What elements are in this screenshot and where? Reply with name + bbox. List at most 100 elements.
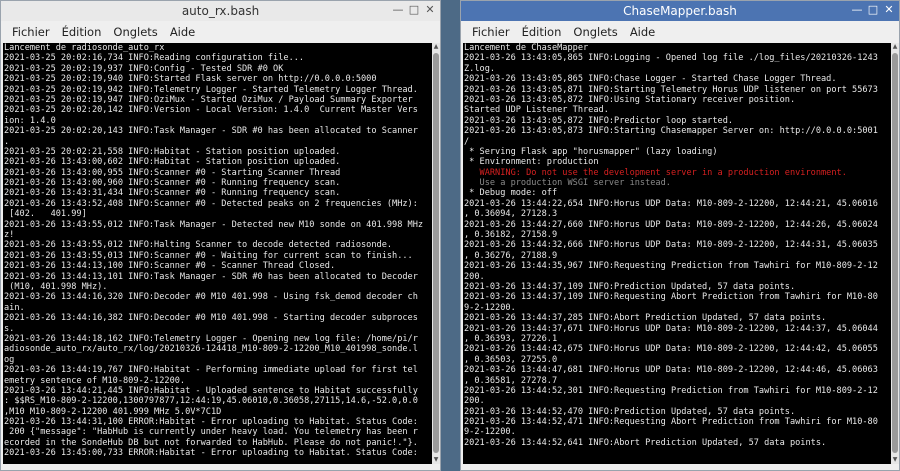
- terminal-line: ,M10 M10-809-2-12200 401.999 MHz 5.0V*7C…: [4, 406, 222, 417]
- terminal-line: 2021-03-26 13:43:05,873 INFO:Starting Ch…: [464, 126, 878, 137]
- terminal-output[interactable]: Lancement de radiosonde_auto_rx 2021-03-2…: [3, 43, 432, 464]
- terminal-line: 2021-03-26 13:43:00,960 INFO:Scanner #0 …: [4, 178, 341, 189]
- menu-file[interactable]: Fichier: [466, 25, 516, 39]
- terminal-line: , 0.36182, 27158.9: [464, 230, 558, 241]
- desktop-background: [441, 0, 460, 471]
- terminal-line: 2021-03-26 13:44:31,100 ERROR:Habitat - …: [4, 417, 418, 428]
- terminal-line: 2021-03-25 20:02:19,940 INFO:Started Fla…: [4, 74, 377, 85]
- terminal-line: , 0.36581, 27278.7: [464, 375, 558, 386]
- terminal-line: og: [4, 354, 15, 365]
- terminal-line: * Debug mode: off: [464, 188, 558, 199]
- scroll-down-arrow-icon[interactable]: ▼: [432, 456, 440, 464]
- terminal-line: 2021-03-25 20:02:16,734 INFO:Reading con…: [4, 53, 305, 64]
- terminal-line: : $$RS_M10-809-2-12200,1300797877,12:44:…: [4, 396, 418, 407]
- terminal-line: 2021-03-26 13:43:00,955 INFO:Scanner #0 …: [4, 167, 341, 178]
- terminal-line: 2021-03-26 13:44:21,445 INFO:Habitat - U…: [4, 385, 418, 396]
- terminal-line: 2021-03-26 13:43:05,872 INFO:Predictor l…: [464, 115, 734, 126]
- minimize-icon[interactable]: —: [391, 3, 405, 17]
- menu-bar: Fichier Édition Onglets Aide: [1, 21, 440, 43]
- terminal-line: 2021-03-25 20:02:21,558 INFO:Habitat - S…: [4, 146, 341, 157]
- terminal-line: 9-2-12200.: [464, 302, 516, 313]
- terminal-line: 2021-03-26 13:43:00,602 INFO:Habitat - S…: [4, 157, 341, 168]
- terminal-line: 2021-03-26 13:44:52,641 INFO:Abort Predi…: [464, 437, 827, 448]
- vertical-scrollbar[interactable]: ▲ ▼: [432, 43, 440, 464]
- terminal-window-auto-rx[interactable]: auto_rx.bash — □ ✕ Fichier Édition Ongle…: [0, 0, 441, 471]
- terminal-line: 200.: [464, 271, 485, 282]
- terminal-window-chasemapper[interactable]: ChaseMapper.bash — □ ✕ Fichier Édition O…: [460, 0, 900, 471]
- terminal-line: 2021-03-26 13:43:05,865 INFO:Chase Logge…: [464, 74, 837, 85]
- window-controls: — □ ✕: [850, 3, 896, 17]
- terminal-line: 2021-03-26 13:44:52,471 INFO:Requesting …: [464, 417, 878, 428]
- terminal-line: 2021-03-26 13:43:55,012 INFO:Halting Sca…: [4, 240, 393, 251]
- scrollbar-thumb[interactable]: [433, 53, 439, 453]
- scroll-up-arrow-icon[interactable]: ▲: [432, 43, 440, 51]
- terminal-line: ion: 1.4.0: [4, 115, 56, 126]
- window-title: ChaseMapper.bash: [623, 4, 737, 18]
- terminal-line: 2021-03-26 13:44:16,320 INFO:Decoder #0 …: [4, 292, 418, 303]
- terminal-line: 2021-03-26 13:44:19,767 INFO:Habitat - P…: [4, 365, 418, 376]
- menu-help[interactable]: Aide: [164, 25, 201, 39]
- close-icon[interactable]: ✕: [423, 3, 437, 17]
- menu-bar: Fichier Édition Onglets Aide: [461, 21, 899, 43]
- terminal-output[interactable]: Lancement de ChaseMapper 2021-03-26 13:43…: [463, 43, 891, 464]
- terminal-line: [402. 401.99]: [4, 209, 87, 220]
- terminal-line: ain.: [4, 302, 25, 313]
- terminal-line: s.: [4, 323, 15, 334]
- terminal-line: , 0.36503, 27255.0: [464, 354, 558, 365]
- terminal-line: 200 {"message": "HabHub is currently und…: [4, 427, 418, 438]
- terminal-line: * Environment: production: [464, 157, 599, 168]
- menu-file[interactable]: Fichier: [6, 25, 56, 39]
- terminal-line: , 0.36094, 27128.3: [464, 209, 558, 220]
- window-titlebar[interactable]: auto_rx.bash — □ ✕: [1, 1, 440, 21]
- menu-tabs[interactable]: Onglets: [567, 25, 623, 39]
- maximize-icon[interactable]: □: [407, 3, 421, 17]
- terminal-line: 2021-03-25 20:02:19,942 INFO:Telemetry L…: [4, 84, 418, 95]
- window-titlebar[interactable]: ChaseMapper.bash — □ ✕: [461, 1, 899, 21]
- scroll-down-arrow-icon[interactable]: ▼: [891, 456, 899, 464]
- minimize-icon[interactable]: —: [850, 3, 864, 17]
- terminal-line: 2021-03-26 13:44:16,382 INFO:Decoder #0 …: [4, 313, 418, 324]
- terminal-line: 2021-03-26 13:43:55,012 INFO:Task Manage…: [4, 219, 424, 230]
- terminal-line: Lancement de ChaseMapper: [464, 43, 589, 53]
- terminal-line: 9-2-12200.: [464, 427, 516, 438]
- terminal-line: 2021-03-26 13:44:18,162 INFO:Telemetry L…: [4, 333, 418, 344]
- terminal-line: 2021-03-26 13:44:47,681 INFO:Horus UDP D…: [464, 365, 878, 376]
- maximize-icon[interactable]: □: [866, 3, 880, 17]
- terminal-line: , 0.36393, 27226.1: [464, 333, 558, 344]
- menu-tabs[interactable]: Onglets: [107, 25, 163, 39]
- terminal-line: Use a production WSGI server instead.: [464, 178, 671, 189]
- terminal-line: 2021-03-26 13:44:42,675 INFO:Horus UDP D…: [464, 344, 878, 355]
- terminal-line: WARNING: Do not use the development serv…: [464, 167, 847, 178]
- terminal-line: 2021-03-25 20:02:20,143 INFO:Task Manage…: [4, 126, 418, 137]
- terminal-line: 2021-03-26 13:44:37,109 INFO:Prediction …: [464, 281, 796, 292]
- terminal-line: Lancement de radiosonde_auto_rx: [4, 43, 165, 53]
- terminal-line: 2021-03-26 13:44:22,654 INFO:Horus UDP D…: [464, 198, 878, 209]
- terminal-line: 2021-03-26 13:44:13,100 INFO:Scanner #0 …: [4, 261, 336, 272]
- terminal-line: 2021-03-26 13:43:05,872 INFO:Using Stati…: [464, 94, 796, 105]
- menu-edit[interactable]: Édition: [516, 25, 568, 39]
- terminal-line: (M10, 401.998 MHz).: [4, 281, 108, 292]
- window-title: auto_rx.bash: [181, 4, 260, 18]
- terminal-line: 2021-03-25 20:02:19,937 INFO:Config - Te…: [4, 63, 284, 74]
- terminal-line: adiosonde_auto_rx/auto_rx/log/20210326-1…: [4, 344, 418, 355]
- terminal-line: 2021-03-26 13:44:52,470 INFO:Prediction …: [464, 406, 796, 417]
- scroll-up-arrow-icon[interactable]: ▲: [891, 43, 899, 51]
- vertical-scrollbar[interactable]: ▲ ▼: [891, 43, 899, 464]
- terminal-line: /: [464, 136, 470, 147]
- terminal-line: 2021-03-26 13:44:37,285 INFO:Abort Predi…: [464, 313, 827, 324]
- scrollbar-thumb[interactable]: [892, 53, 898, 453]
- menu-help[interactable]: Aide: [624, 25, 661, 39]
- terminal-line: 2021-03-26 13:44:13,101 INFO:Task Manage…: [4, 271, 418, 282]
- terminal-line: Started UDP Listener Thread.: [464, 105, 609, 116]
- terminal-line: 2021-03-26 13:44:35,967 INFO:Requesting …: [464, 261, 878, 272]
- terminal-line: 2021-03-26 13:44:52,301 INFO:Requesting …: [464, 385, 878, 396]
- terminal-line: 2021-03-25 20:02:19,947 INFO:OziMux - St…: [4, 94, 413, 105]
- terminal-line: * Serving Flask app "horusmapper" (lazy …: [464, 146, 718, 157]
- terminal-line: emetry sentence of M10-809-2-12200.: [4, 375, 186, 386]
- terminal-line: 2021-03-26 13:43:05,865 INFO:Logging - O…: [464, 53, 878, 64]
- terminal-line: z!: [4, 230, 15, 241]
- menu-edit[interactable]: Édition: [56, 25, 108, 39]
- terminal-line: 2021-03-26 13:43:52,408 INFO:Scanner #0 …: [4, 198, 418, 209]
- window-controls: — □ ✕: [391, 3, 437, 17]
- close-icon[interactable]: ✕: [882, 3, 896, 17]
